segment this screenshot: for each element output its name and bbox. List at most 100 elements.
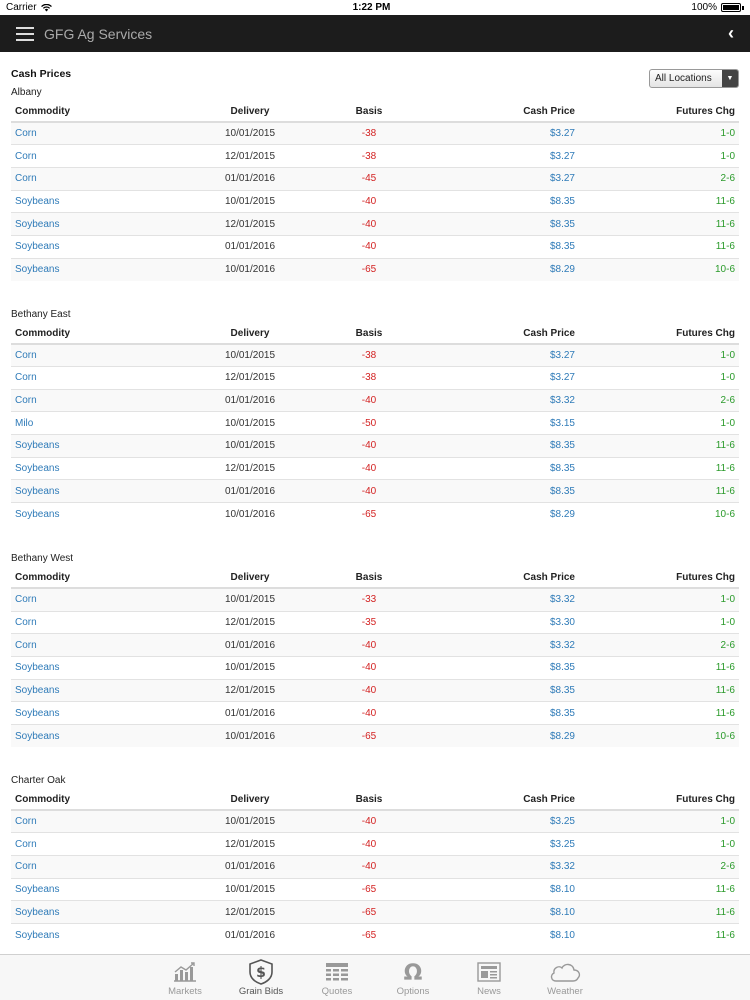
cell-commodity[interactable]: Soybeans [11, 655, 161, 680]
table-row[interactable]: Corn 10/01/2015 -38 $3.27 1-0 [11, 343, 739, 367]
cell-commodity[interactable]: Corn [11, 166, 161, 191]
cell-cash-price: $8.35 [399, 678, 579, 702]
cell-cash-price: $8.35 [399, 189, 579, 213]
tab-weather[interactable]: Weather [538, 959, 592, 1000]
cell-commodity[interactable]: Soybeans [11, 234, 161, 259]
cell-basis: -40 [339, 855, 399, 879]
table-row[interactable]: Soybeans 10/01/2016 -65 $8.29 10-6 [11, 502, 739, 526]
table-header-row: Commodity Delivery Basis Cash Price Futures … [11, 323, 739, 345]
tab-news[interactable]: News [462, 959, 516, 1000]
column-header-basis: Basis [339, 323, 399, 345]
location-section: Albany Commodity Delivery Basis Cash Price Fu… [11, 87, 739, 281]
cell-delivery: 10/01/2016 [161, 257, 339, 281]
cell-commodity[interactable]: Corn [11, 388, 161, 412]
table-row[interactable]: Soybeans 10/01/2015 -40 $8.35 11-6 [11, 189, 739, 213]
cell-cash-price: $3.25 [399, 832, 579, 856]
column-header-basis: Basis [339, 102, 399, 123]
cell-futures-chg: 1-0 [579, 587, 739, 611]
cell-commodity[interactable]: Soybeans [11, 678, 161, 702]
table-row[interactable]: Corn 12/01/2015 -38 $3.27 1-0 [11, 144, 739, 168]
table-row[interactable]: Soybeans 01/01/2016 -40 $8.35 11-6 [11, 701, 739, 725]
table-row[interactable]: Corn 12/01/2015 -40 $3.25 1-0 [11, 832, 739, 856]
location-section: Charter Oak Commodity Delivery Basis Cash Pr… [11, 775, 739, 947]
table-row[interactable]: Soybeans 12/01/2015 -40 $8.35 11-6 [11, 678, 739, 702]
table-row[interactable]: Soybeans 01/01/2016 -40 $8.35 11-6 [11, 234, 739, 259]
tab-markets[interactable]: Markets [158, 959, 212, 1000]
cell-commodity[interactable]: Soybeans [11, 923, 161, 947]
table-row[interactable]: Soybeans 01/01/2016 -65 $8.10 11-6 [11, 923, 739, 947]
cell-cash-price: $3.25 [399, 809, 579, 833]
cell-futures-chg: 11-6 [579, 212, 739, 236]
cell-futures-chg: 1-0 [579, 121, 739, 145]
table-row[interactable]: Soybeans 01/01/2016 -40 $8.35 11-6 [11, 479, 739, 503]
table-row[interactable]: Milo 10/01/2015 -50 $3.15 1-0 [11, 411, 739, 435]
cell-commodity[interactable]: Corn [11, 832, 161, 856]
cell-futures-chg: 11-6 [579, 923, 739, 947]
cell-basis: -35 [339, 610, 399, 634]
table-row[interactable]: Soybeans 10/01/2016 -65 $8.29 10-6 [11, 257, 739, 281]
table-row[interactable]: Soybeans 10/01/2016 -65 $8.29 10-6 [11, 723, 739, 748]
cell-futures-chg: 10-6 [579, 257, 739, 281]
column-header-delivery: Delivery [161, 568, 339, 590]
cell-commodity[interactable]: Corn [11, 343, 161, 367]
table-row[interactable]: Corn 10/01/2015 -33 $3.32 1-0 [11, 587, 739, 611]
cell-commodity[interactable]: Soybeans [11, 212, 161, 236]
cell-futures-chg: 11-6 [579, 434, 739, 458]
table-row[interactable]: Corn 12/01/2015 -35 $3.30 1-0 [11, 610, 739, 634]
cell-commodity[interactable]: Corn [11, 610, 161, 634]
back-chevron-icon[interactable]: ‹ [728, 23, 734, 44]
table-row[interactable]: Corn 01/01/2016 -40 $3.32 2-6 [11, 388, 739, 412]
cell-commodity[interactable]: Soybeans [11, 900, 161, 924]
table-row[interactable]: Soybeans 10/01/2015 -40 $8.35 11-6 [11, 434, 739, 458]
cell-commodity[interactable]: Soybeans [11, 877, 161, 901]
cash-prices-content[interactable]: Cash Prices All Locations ▼ Albany Commod… [0, 52, 750, 954]
column-header-basis: Basis [339, 568, 399, 590]
cell-commodity[interactable]: Corn [11, 587, 161, 611]
cell-cash-price: $3.15 [399, 411, 579, 435]
table-row[interactable]: Corn 10/01/2015 -40 $3.25 1-0 [11, 809, 739, 833]
table-row[interactable]: Corn 10/01/2015 -38 $3.27 1-0 [11, 121, 739, 145]
cell-commodity[interactable]: Corn [11, 366, 161, 390]
cell-delivery: 12/01/2015 [161, 900, 339, 924]
menu-icon[interactable] [16, 26, 34, 41]
cell-commodity[interactable]: Corn [11, 144, 161, 168]
cell-commodity[interactable]: Corn [11, 809, 161, 833]
cell-cash-price: $3.30 [399, 610, 579, 634]
table-row[interactable]: Soybeans 12/01/2015 -40 $8.35 11-6 [11, 212, 739, 236]
tab-options[interactable]: Ω Options [386, 959, 440, 1000]
cell-commodity[interactable]: Corn [11, 121, 161, 145]
table-header-row: Commodity Delivery Basis Cash Price Futures … [11, 568, 739, 590]
cell-cash-price: $8.35 [399, 212, 579, 236]
tab-grain-bids[interactable]: $ Grain Bids [234, 959, 288, 1000]
cell-commodity[interactable]: Soybeans [11, 502, 161, 526]
table-row[interactable]: Soybeans 12/01/2015 -40 $8.35 11-6 [11, 456, 739, 480]
location-filter-select[interactable]: All Locations ▼ [649, 69, 739, 88]
cell-delivery: 10/01/2015 [161, 655, 339, 680]
cell-cash-price: $8.29 [399, 502, 579, 526]
table-row[interactable]: Soybeans 10/01/2015 -65 $8.10 11-6 [11, 877, 739, 901]
cell-delivery: 10/01/2015 [161, 121, 339, 145]
cell-futures-chg: 11-6 [579, 701, 739, 725]
column-header-futures-chg: Futures Chg [579, 102, 739, 123]
table-row[interactable]: Soybeans 10/01/2015 -40 $8.35 11-6 [11, 655, 739, 680]
location-section: Bethany West Commodity Delivery Basis Cash P… [11, 553, 739, 748]
cell-commodity[interactable]: Soybeans [11, 701, 161, 725]
cell-commodity[interactable]: Soybeans [11, 257, 161, 281]
table-row[interactable]: Corn 01/01/2016 -40 $3.32 2-6 [11, 633, 739, 657]
cell-commodity[interactable]: Corn [11, 633, 161, 657]
cell-commodity[interactable]: Soybeans [11, 456, 161, 480]
status-left: Carrier [6, 2, 52, 13]
tab-quotes[interactable]: Quotes [310, 959, 364, 1000]
cell-commodity[interactable]: Soybeans [11, 723, 161, 748]
cell-commodity[interactable]: Corn [11, 855, 161, 879]
table-row[interactable]: Corn 12/01/2015 -38 $3.27 1-0 [11, 366, 739, 390]
location-filter-value: All Locations [655, 73, 712, 84]
cell-commodity[interactable]: Soybeans [11, 434, 161, 458]
cell-basis: -33 [339, 587, 399, 611]
cell-commodity[interactable]: Soybeans [11, 189, 161, 213]
cell-commodity[interactable]: Soybeans [11, 479, 161, 503]
cell-commodity[interactable]: Milo [11, 411, 161, 435]
table-row[interactable]: Corn 01/01/2016 -45 $3.27 2-6 [11, 166, 739, 191]
table-row[interactable]: Corn 01/01/2016 -40 $3.32 2-6 [11, 855, 739, 879]
table-row[interactable]: Soybeans 12/01/2015 -65 $8.10 11-6 [11, 900, 739, 924]
